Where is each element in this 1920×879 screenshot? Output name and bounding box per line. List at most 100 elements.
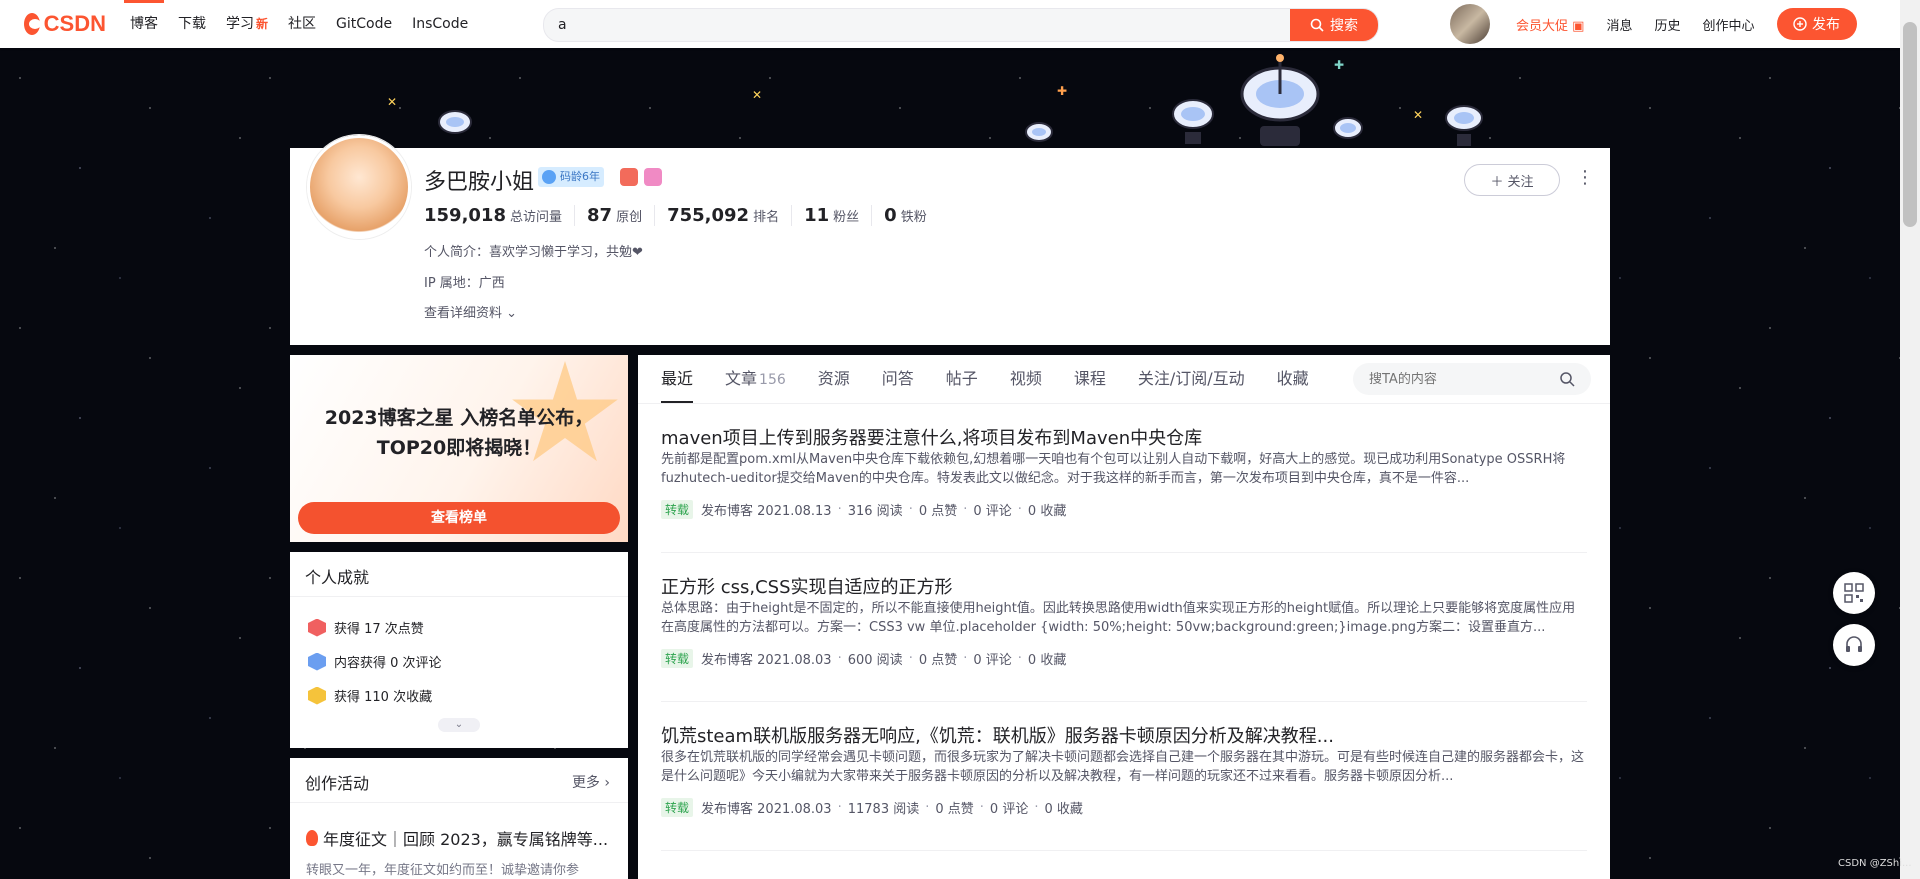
creation-activity-card: 创作活动 更多 › 年度征文｜回顾 2023，赢专属铭牌等... 转眼又一年，年… [290,758,628,879]
medal-icon [620,168,638,186]
satellite-dish-icon [1333,117,1363,139]
customer-service-button[interactable] [1833,624,1875,666]
article-meta: 转载 发布博客 2021.08.13 · 316 阅读 · 0 点赞 · 0 评论 · … [661,500,1066,519]
stat-original[interactable]: 87 原创 [587,205,656,226]
profile-name: 多巴胺小姐 [424,170,535,195]
publish-button[interactable]: 发布 [1776,8,1857,40]
nav-item-download[interactable]: 下载 [168,0,216,48]
view-ranking-button[interactable]: 查看榜单 [298,502,620,534]
article-meta: 转载 发布博客 2021.08.03 · 600 阅读 · 0 点赞 · 0 评论 · … [661,649,1066,668]
article-meta: 转载 发布博客 2021.08.03 · 11783 阅读 · 0 点赞 · 0 评论… [661,798,1083,817]
achievements-card: 个人成就 获得 17 次点赞 内容获得 0 次评论 获得 110 次收藏 ⌄ [290,552,628,748]
tab-recent[interactable]: 最近 [661,355,694,403]
promo-title: 2023博客之星 入榜名单公布， TOP20即将揭晓！ [324,407,594,459]
page-scrollbar[interactable] [1900,0,1920,879]
like-medal-icon [308,618,326,637]
sparkle-icon: ✕ [752,88,763,102]
search-icon [1310,18,1324,32]
plus-circle-icon [1793,17,1807,31]
activity-item[interactable]: 年度征文｜回顾 2023，赢专属铭牌等... [306,826,616,850]
csdn-logo-icon [24,13,41,35]
repost-tag: 转载 [661,649,694,668]
satellite-dish-icon [438,110,472,134]
content-feed: 最近 文章156 资源 问答 帖子 视频 课程 关注/订阅/互动 收藏 mave… [638,355,1610,879]
article-description: 很多在饥荒联机版的同学经常会遇见卡顿问题，而很多玩家为了解决卡顿问题都会选择自己… [661,750,1585,784]
article-title[interactable]: 正方形 css,CSS实现自适应的正方形 [661,573,953,599]
tab-posts[interactable]: 帖子 [946,355,978,403]
scrollbar-thumb[interactable] [1903,22,1917,227]
code-age-badge: 码龄6年 [538,167,604,187]
nav-item-inscode[interactable]: InsCode [402,0,478,48]
activity-description: 转眼又一年，年度征文如约而至！诚挚邀请你参 [306,863,580,878]
nav-item-gitcode[interactable]: GitCode [326,0,402,48]
tab-videos[interactable]: 视频 [1010,355,1042,403]
nav-item-blog[interactable]: 博客 [120,0,168,48]
medal-icon [644,168,662,186]
article-item[interactable]: 正方形 css,CSS实现自适应的正方形 总体思路：由于height是不固定的，… [661,553,1587,702]
more-options-icon[interactable]: ⋮ [1576,168,1594,188]
achievement-likes: 获得 17 次点赞 [308,618,424,637]
profile-intro: 个人简介：喜欢学习懒于学习，共勉❤ [424,245,643,260]
promo-banner[interactable]: 2023博客之星 入榜名单公布， TOP20即将揭晓！ 查看榜单 [290,355,628,542]
article-item[interactable]: 饥荒steam联机版服务器无响应,《饥荒：联机版》服务器卡顿原因分析及解决教程.… [661,702,1587,851]
messages-link[interactable]: 消息 [1606,15,1632,34]
view-details-link[interactable]: 查看详细资料 ⌄ [424,302,517,321]
divider [290,596,628,597]
repost-tag: 转载 [661,500,694,519]
csdn-watermark: CSDN @ZShi... [1838,858,1912,869]
divider [290,802,628,803]
follow-button[interactable]: ＋ 关注 [1464,164,1560,196]
gift-icon: ▣ [1572,18,1585,34]
chevron-down-icon: ⌄ [506,306,518,321]
plus-icon: ＋ [1490,174,1504,190]
article-title[interactable]: maven项目上传到服务器要注意什么,将项目发布到Maven中央仓库 [661,424,1202,450]
creator-center-link[interactable]: 创作中心 [1702,15,1754,34]
article-description: 先前都是配置pom.xml从Maven中央仓库下载依赖包,幻想着哪一天咱也有个包… [661,452,1566,486]
vip-promo-link[interactable]: 会员大促 ▣ [1516,15,1584,34]
tab-courses[interactable]: 课程 [1074,355,1106,403]
search-button[interactable]: 搜索 [1290,9,1378,41]
sparkle-icon: ✕ [387,95,398,109]
sparkle-icon: ✚ [1057,84,1068,98]
article-description: 总体思路：由于height是不固定的，所以不能直接使用height值。因此转换思… [661,601,1576,635]
csdn-logo[interactable]: CSDN [24,11,106,37]
qrcode-icon [1844,583,1864,603]
article-title[interactable]: 饥荒steam联机版服务器无响应,《饥荒：联机版》服务器卡顿原因分析及解决教程.… [661,722,1334,748]
stat-iron-fans[interactable]: 0 铁粉 [884,205,939,226]
sparkle-icon: ✚ [1334,58,1345,72]
achievement-favorites: 获得 110 次收藏 [308,686,432,705]
user-nav: 会员大促 ▣ 消息 历史 创作中心 发布 [1450,0,1857,48]
global-search-input[interactable] [544,9,1290,41]
top-navbar: CSDN 博客 下载 学习新 社区 GitCode InsCode 搜索 会员大… [0,0,1900,48]
article-item[interactable]: maven项目上传到服务器要注意什么,将项目发布到Maven中央仓库 先前都是配… [661,404,1587,553]
user-avatar[interactable] [1450,4,1490,44]
nav-item-community[interactable]: 社区 [278,0,326,48]
profile-stats: 159,018 总访问量 87 原创 755,092 排名 11 粉丝 0 铁粉 [424,205,951,226]
chevron-right-icon: › [604,775,610,791]
stat-rank[interactable]: 755,092 排名 [667,205,793,226]
tab-qa[interactable]: 问答 [882,355,914,403]
stat-fans[interactable]: 11 粉丝 [804,205,873,226]
tab-favorites[interactable]: 收藏 [1277,355,1309,403]
satellite-dish-icon [1025,122,1053,142]
new-badge: 新 [256,17,269,31]
main-nav: 博客 下载 学习新 社区 GitCode InsCode [120,0,478,48]
user-content-search-input[interactable] [1353,371,1559,387]
logo-text: CSDN [43,11,106,36]
tab-follows[interactable]: 关注/订阅/互动 [1138,355,1245,403]
headset-icon [1846,636,1862,652]
nav-item-learn[interactable]: 学习新 [216,0,278,48]
activity-more-link[interactable]: 更多 › [572,772,610,792]
search-icon[interactable] [1559,371,1575,387]
content-tabs: 最近 文章 156 资源 问答 帖子 视频 课程 关注/订阅/互动 收藏 [661,355,1341,403]
stat-visits[interactable]: 159,018 总访问量 [424,205,575,226]
profile-avatar[interactable] [307,135,411,239]
achievements-title: 个人成就 [305,568,370,587]
expand-chevron-icon[interactable]: ⌄ [438,718,480,732]
sparkle-icon: ✕ [1413,108,1424,122]
tab-resources[interactable]: 资源 [818,355,850,403]
tab-articles[interactable]: 文章 156 [725,355,786,403]
profile-ip: IP 属地：广西 [424,276,505,291]
qrcode-button[interactable] [1833,572,1875,614]
history-link[interactable]: 历史 [1654,15,1680,34]
